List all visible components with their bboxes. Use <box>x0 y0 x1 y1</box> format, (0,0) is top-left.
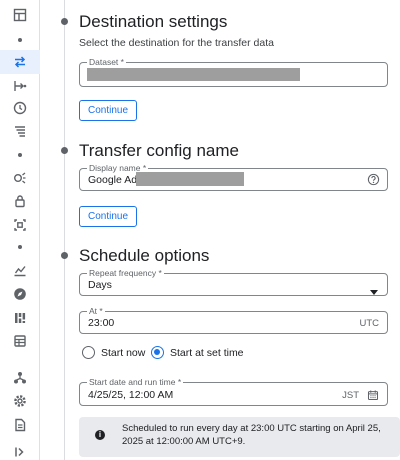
radio-start-at-set-time-label: Start at set time <box>170 346 244 359</box>
nav-separator-dot <box>18 38 22 42</box>
radio-start-at-set-time[interactable]: Start at set time <box>151 346 244 359</box>
start-timezone-suffix: JST <box>342 390 359 401</box>
dashboard-icon[interactable] <box>0 3 40 27</box>
radio-start-now-label: Start now <box>101 346 146 359</box>
migration-icon[interactable] <box>0 74 40 98</box>
monitoring-icon[interactable] <box>0 258 40 282</box>
schedule-options-title: Schedule options <box>79 246 210 265</box>
calendar-icon[interactable] <box>367 388 379 406</box>
redacted-dataset-value <box>87 68 300 81</box>
repeat-frequency-label: Repeat frequency * <box>87 268 164 278</box>
destination-settings-title: Destination settings <box>79 12 228 31</box>
at-time-field[interactable]: At * 23:00 UTC <box>79 306 388 334</box>
dataset-field[interactable]: Dataset * <box>79 57 388 87</box>
at-time-label: At * <box>87 306 105 316</box>
settings-icon[interactable] <box>0 389 40 413</box>
repeat-frequency-select[interactable]: Repeat frequency * Days <box>79 268 388 296</box>
dataset-label: Dataset * <box>87 57 126 67</box>
step-marker <box>61 147 68 154</box>
transfers-icon[interactable] <box>0 50 40 74</box>
scheduled-queries-icon[interactable] <box>0 96 40 120</box>
start-date-time-field[interactable]: Start date and run time * 4/25/25, 12:00… <box>79 377 388 406</box>
left-nav-rail <box>0 0 40 460</box>
nav-separator-dot <box>18 153 22 157</box>
docs-icon[interactable] <box>0 413 40 437</box>
at-time-suffix: UTC <box>359 318 379 329</box>
release-notes-icon[interactable] <box>0 366 40 390</box>
destination-continue-button[interactable]: Continue <box>79 100 138 121</box>
config-name-continue-button[interactable]: Continue <box>79 206 138 227</box>
dropdown-arrow-icon <box>370 282 378 300</box>
nav-separator-dot <box>18 245 22 249</box>
explore-icon[interactable] <box>0 282 40 306</box>
pipelines-icon[interactable] <box>0 119 40 143</box>
policy-tags-icon[interactable] <box>0 189 40 213</box>
redacted-display-name <box>136 172 244 186</box>
at-time-value: 23:00 <box>88 317 115 329</box>
analytics-hub-icon[interactable] <box>0 166 40 190</box>
radio-start-at-set-time-control[interactable] <box>151 346 164 359</box>
admin-icon[interactable] <box>0 329 40 353</box>
display-name-value: Google Ads <box>88 174 143 186</box>
step-marker <box>61 252 68 259</box>
start-date-time-value: 4/25/25, 12:00 AM <box>88 389 174 401</box>
transfer-form: Destination settings Select the destinat… <box>79 0 400 460</box>
step-marker <box>61 18 68 25</box>
expand-icon[interactable] <box>0 440 40 460</box>
capacity-icon[interactable] <box>0 306 40 330</box>
sharing-icon[interactable] <box>0 213 40 237</box>
schedule-summary-info: i Scheduled to run every day at 23:00 UT… <box>79 417 400 457</box>
destination-subtitle: Select the destination for the transfer … <box>79 37 274 49</box>
info-icon: i <box>95 430 105 440</box>
start-date-time-label: Start date and run time * <box>87 377 184 387</box>
transfer-config-name-title: Transfer config name <box>79 141 239 160</box>
display-name-field[interactable]: Display name * Google Ads <box>79 163 388 191</box>
schedule-summary-text: Scheduled to run every day at 23:00 UTC … <box>122 423 381 447</box>
help-icon[interactable] <box>367 173 380 191</box>
radio-start-now-control[interactable] <box>82 346 95 359</box>
repeat-frequency-value: Days <box>88 279 112 291</box>
stepper-line <box>64 0 65 460</box>
radio-start-now[interactable]: Start now <box>82 346 145 359</box>
